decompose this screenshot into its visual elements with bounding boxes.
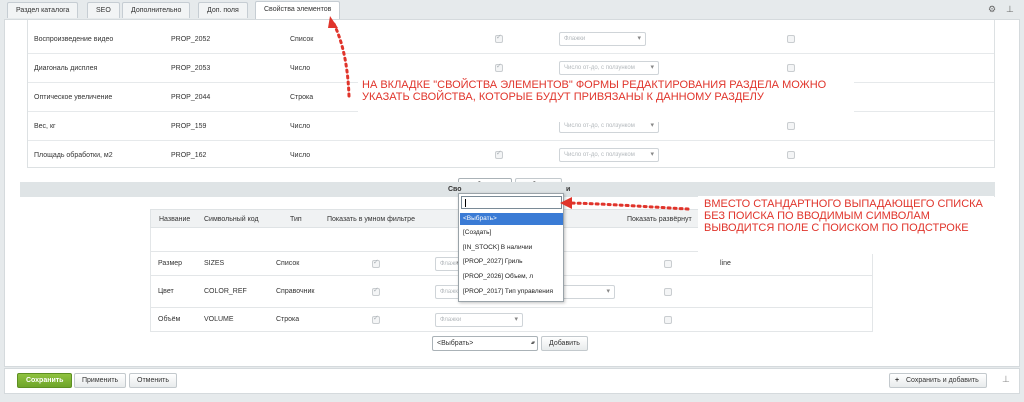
arrowhead-tab	[328, 16, 338, 28]
cancel-button[interactable]: Отменить	[129, 373, 177, 388]
save-button[interactable]: Сохранить	[17, 373, 73, 388]
apply-button[interactable]: Применить	[74, 373, 127, 388]
pin-icon[interactable]: ⊥	[1002, 374, 1010, 385]
save-and-add-label: Сохранить и добавить	[906, 377, 979, 384]
annotation-arrows	[328, 16, 690, 211]
arrow-to-tab	[332, 22, 351, 98]
plus-icon: +	[895, 377, 900, 384]
save-and-add-button[interactable]: + Сохранить и добавить	[889, 373, 987, 388]
arrowhead-dropdown	[560, 197, 572, 209]
arrow-to-dropdown	[568, 201, 690, 211]
